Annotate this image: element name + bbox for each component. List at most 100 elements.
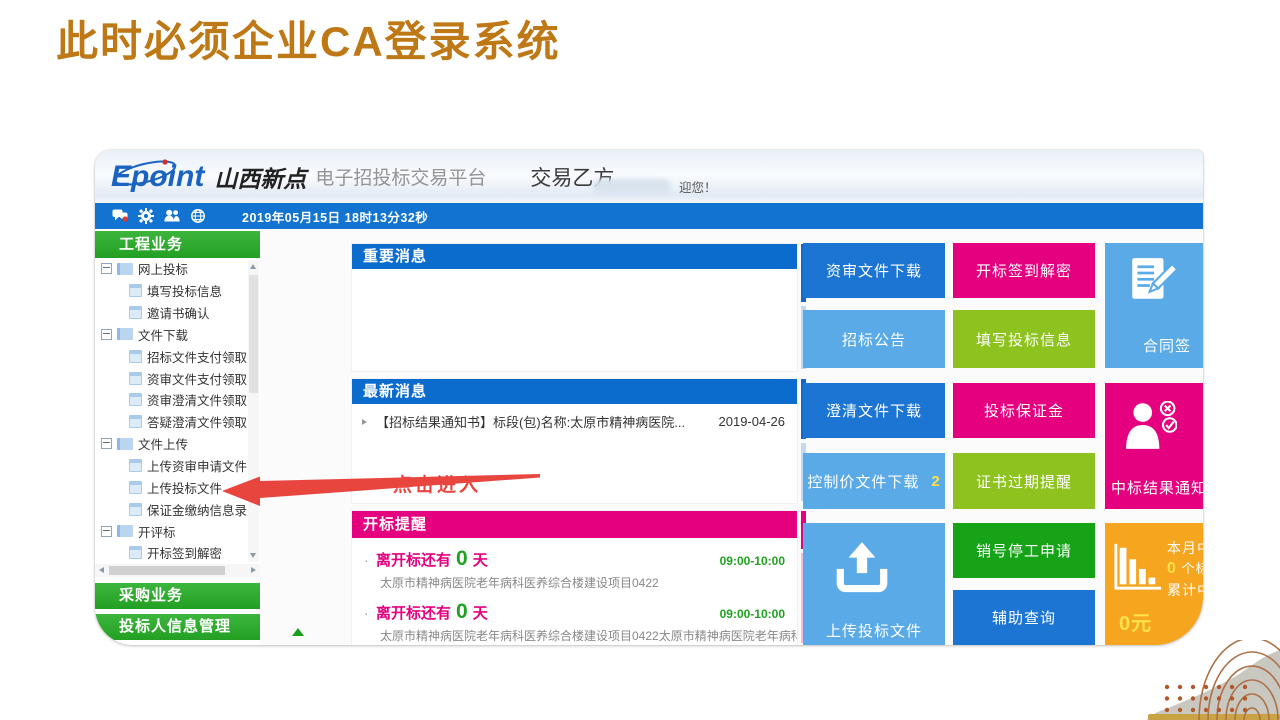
- vertical-scrollbar[interactable]: [248, 260, 259, 562]
- tile-qualification-file-download[interactable]: 资审文件下载: [803, 243, 945, 298]
- tree-item-tender-file-pay[interactable]: 招标文件支付领取: [95, 345, 260, 367]
- tree-item-bond-info-entry[interactable]: 保证金缴纳信息录入: [95, 498, 260, 520]
- tile-bid-opening-signin-decrypt[interactable]: 开标签到解密: [953, 243, 1095, 298]
- tile-label: 控制价文件下载: [807, 471, 919, 492]
- tile-label: 投标保证金: [984, 400, 1064, 421]
- panel-title: 重要消息: [352, 244, 797, 269]
- datetime-display: 2019年05月15日 18时13分32秒: [242, 207, 428, 226]
- reminder-project: 太原市精神病医院老年病科医养综合楼建设项目0422太原市精神病医院老年病科医养综…: [352, 624, 797, 644]
- tree-item-label: 保证金缴纳信息录入: [147, 500, 260, 519]
- collapse-icon[interactable]: [101, 329, 112, 340]
- tile-cancellation-stop-apply[interactable]: 销号停工申请: [953, 523, 1095, 578]
- horizontal-scrollbar[interactable]: [95, 564, 260, 577]
- tile-monthly-stats[interactable]: 本月中 0 个标 累计中 0元: [1105, 523, 1203, 645]
- stats-line2: 累计中: [1167, 580, 1203, 600]
- upload-icon: [831, 541, 893, 601]
- tile-tender-announcement[interactable]: 招标公告: [803, 310, 945, 368]
- stats-line1: 本月中: [1167, 538, 1203, 558]
- tile-label: 开标签到解密: [976, 260, 1072, 281]
- slide-title: 此时必须企业CA登录系统: [56, 8, 561, 69]
- person-status-icon: [1123, 401, 1177, 449]
- brand-name: 山西新点: [214, 160, 306, 194]
- collapse-icon[interactable]: [101, 438, 112, 449]
- welcome-text: 迎您！: [679, 177, 717, 196]
- news-item-text: 【招标结果通知书】标段(包)名称:太原市精神病医院...: [376, 412, 709, 431]
- tile-fill-bid-info[interactable]: 填写投标信息: [953, 310, 1095, 368]
- folder-icon: [117, 438, 133, 450]
- tree-item-invitation-confirm[interactable]: 邀请书确认: [95, 302, 260, 324]
- tile-control-price-file-download[interactable]: 控制价文件下载 2: [803, 453, 945, 509]
- collapse-icon[interactable]: [101, 526, 112, 537]
- epoint-logo-text: Epoint: [111, 160, 204, 193]
- sidebar: 工程业务 网上投标 填写投标信息 邀请书确认 文件下载 招标文件支付领取 资审文…: [95, 229, 260, 645]
- news-item[interactable]: 【招标结果通知书】标段(包)名称:太原市精神病医院... 2019-04-26: [352, 404, 797, 431]
- doc-icon: [129, 350, 142, 363]
- scroll-left-icon[interactable]: [99, 567, 104, 573]
- tile-label: 销号停工申请: [976, 540, 1072, 561]
- tree-item-label: 招标文件支付领取: [147, 347, 247, 366]
- marquee-up-icon: [292, 628, 304, 636]
- tile-contract-sign[interactable]: 合同签: [1105, 243, 1203, 368]
- epoint-logo: Epoint: [111, 160, 210, 194]
- tile-bid-bond[interactable]: 投标保证金: [953, 383, 1095, 438]
- corner-decoration: [1140, 640, 1280, 720]
- scroll-right-icon[interactable]: [251, 567, 256, 573]
- bar-chart-icon: [1113, 539, 1163, 595]
- stats-unit: 个标: [1182, 561, 1203, 576]
- doc-icon: [129, 284, 142, 297]
- panel-title: 开标提醒: [352, 511, 797, 538]
- tile-label: 上传投标文件: [826, 620, 922, 641]
- chat-icon[interactable]: [112, 208, 128, 224]
- scrollbar-thumb[interactable]: [109, 566, 225, 575]
- folder-icon: [117, 263, 133, 275]
- reminder-time: 09:00-10:00: [720, 607, 785, 621]
- sidebar-section-bidder-info[interactable]: 投标人信息管理: [95, 614, 260, 640]
- tree-item-upload-prequal-file[interactable]: 上传资审申请文件: [95, 455, 260, 477]
- reminder-project: 太原市精神病医院老年病科医养综合楼建设项目0422: [352, 571, 797, 591]
- doc-icon: [129, 393, 142, 406]
- bullet-arrow-icon: [362, 419, 367, 425]
- tile-label: 招标公告: [842, 329, 906, 350]
- tree-item-upload-bid-file[interactable]: 上传投标文件: [95, 476, 260, 498]
- tile-label: 填写投标信息: [976, 329, 1072, 350]
- sidebar-tree: 网上投标 填写投标信息 邀请书确认 文件下载 招标文件支付领取 资审文件支付领取…: [95, 258, 260, 564]
- tree-item-qa-clarify-get[interactable]: 答疑澄清文件领取: [95, 411, 260, 433]
- tile-label: 资审文件下载: [826, 260, 922, 281]
- doc-icon: [129, 481, 142, 494]
- gear-icon[interactable]: [138, 208, 154, 224]
- scrollbar-thumb[interactable]: [249, 275, 258, 393]
- redacted-username: [593, 179, 671, 194]
- sidebar-section-procurement[interactable]: 采购业务: [95, 583, 260, 609]
- reminder-item[interactable]: · 离开标还有 0 天 09:00-10:00: [352, 538, 797, 571]
- reminder-item[interactable]: · 离开标还有 0 天 09:00-10:00: [352, 591, 797, 624]
- globe-icon[interactable]: [190, 208, 206, 224]
- scroll-up-icon[interactable]: [250, 264, 256, 269]
- reminder-prefix: 离开标还有: [376, 549, 451, 570]
- tree-item-file-upload[interactable]: 文件上传: [95, 433, 260, 455]
- annotation-text: 点击进入: [393, 470, 481, 497]
- tile-auxiliary-query[interactable]: 辅助查询: [953, 590, 1095, 645]
- bullet-icon: ·: [364, 552, 376, 568]
- tree-item-file-download[interactable]: 文件下载: [95, 324, 260, 346]
- tree-item-prequal-clarify-get[interactable]: 资审澄清文件领取: [95, 389, 260, 411]
- users-icon[interactable]: [164, 208, 180, 224]
- tile-award-result-notice[interactable]: 中标结果通知: [1105, 383, 1203, 509]
- tree-item-bid-opening-eval[interactable]: 开评标: [95, 520, 260, 542]
- scroll-down-icon[interactable]: [250, 553, 256, 558]
- tree-item-fill-bid-info[interactable]: 填写投标信息: [95, 280, 260, 302]
- collapse-icon[interactable]: [101, 263, 112, 274]
- contract-icon: [1127, 255, 1177, 305]
- tree-item-label: 资审文件支付领取: [147, 369, 247, 388]
- sidebar-section-engineering[interactable]: 工程业务: [95, 231, 260, 258]
- count-badge: 2: [931, 473, 940, 490]
- tile-certificate-expiry-reminder[interactable]: 证书过期提醒: [953, 453, 1095, 509]
- reminder-time: 09:00-10:00: [720, 554, 785, 568]
- tree-item-signin-decrypt[interactable]: 开标签到解密: [95, 542, 260, 564]
- tree-item-online-bidding[interactable]: 网上投标: [95, 258, 260, 280]
- tile-upload-bid-file[interactable]: 上传投标文件: [803, 523, 945, 645]
- tree-item-prequal-file-pay[interactable]: 资审文件支付领取: [95, 367, 260, 389]
- reminder-suffix: 天: [473, 549, 488, 570]
- panel-important-messages: 重要消息: [351, 243, 798, 372]
- tile-clarification-file-download[interactable]: 澄清文件下载: [803, 383, 945, 438]
- reminder-days: 0: [456, 600, 468, 624]
